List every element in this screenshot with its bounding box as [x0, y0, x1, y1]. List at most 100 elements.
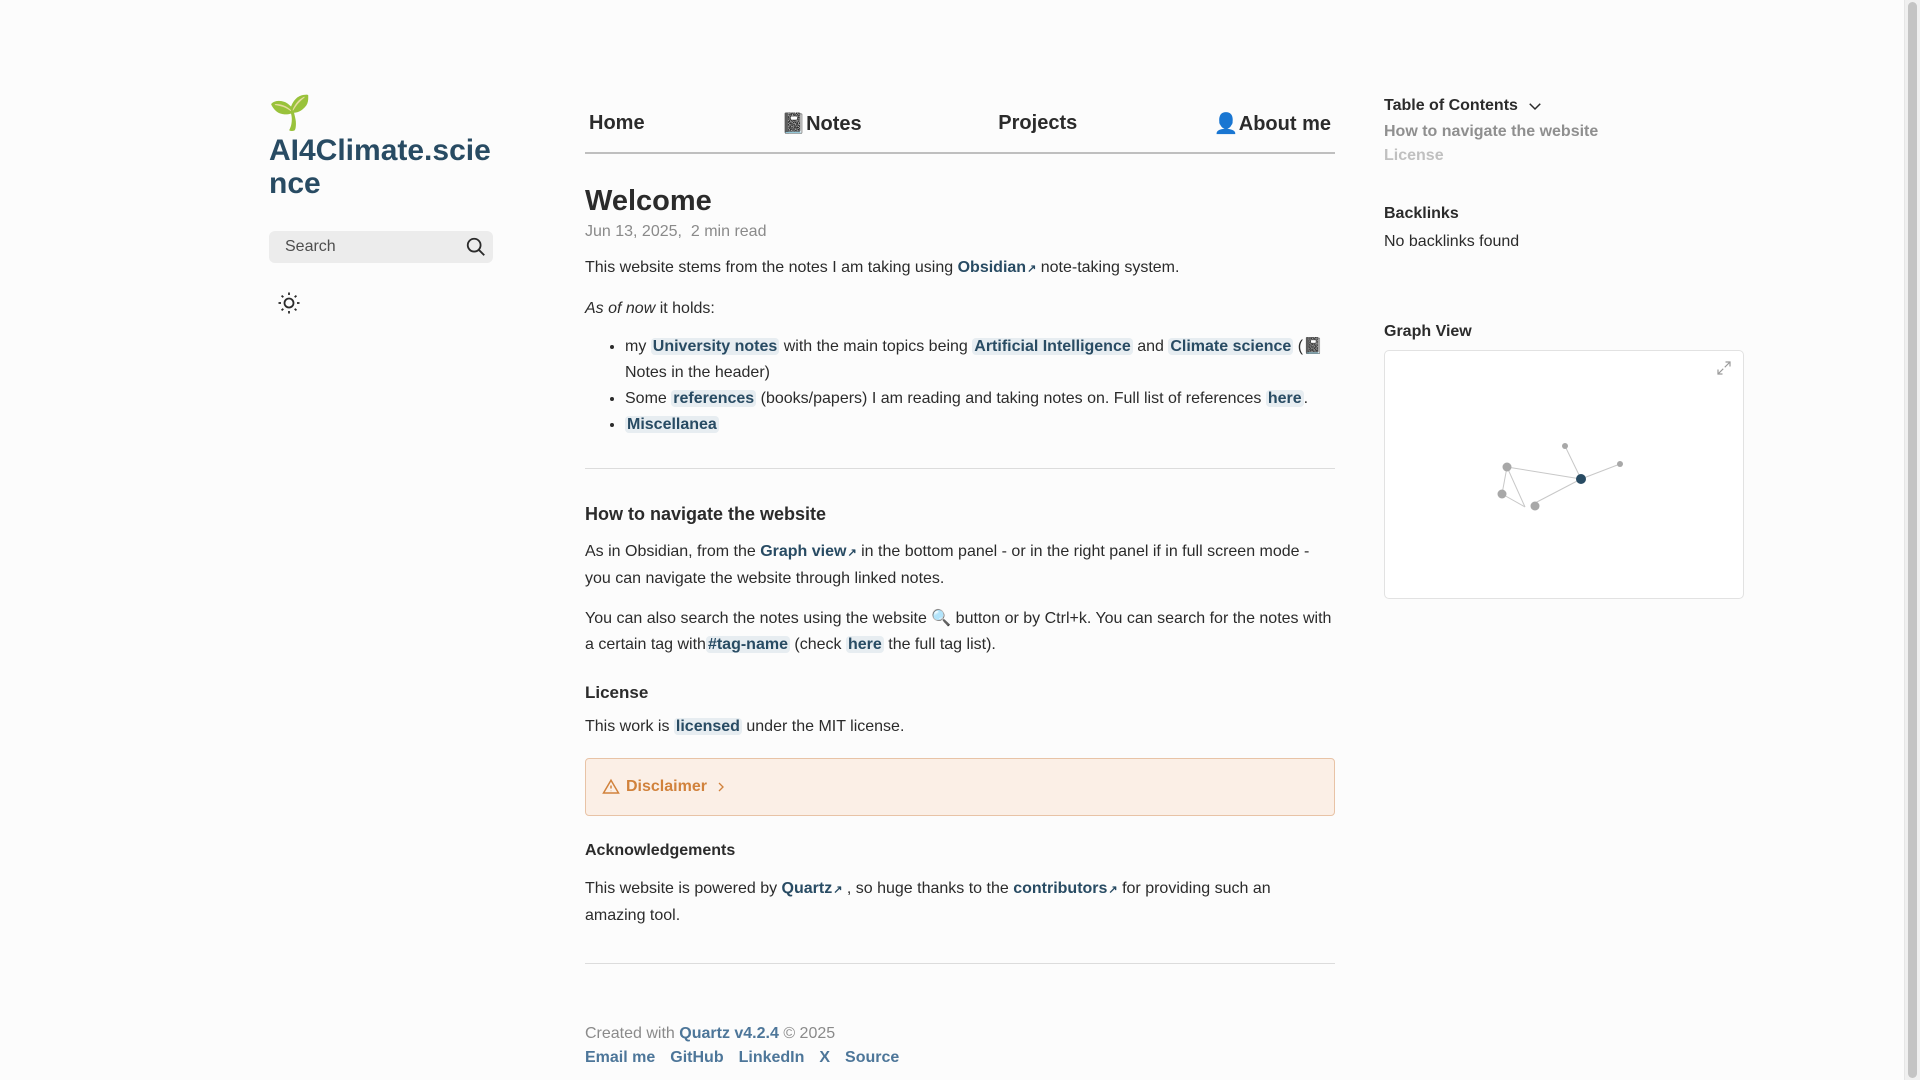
graph-view-link-label: Graph view	[760, 543, 847, 560]
footer-links: Email me GitHub LinkedIn X Source	[585, 1049, 1335, 1067]
list-text: .	[1303, 390, 1309, 407]
ack-text: This website is powered by	[585, 880, 782, 897]
quartz-version-link[interactable]: Quartz v4.2.4	[679, 1025, 779, 1042]
navigate-text: the full tag list).	[883, 636, 996, 653]
tag-name-link[interactable]: #tag-name	[705, 636, 790, 653]
graph-node[interactable]	[1530, 501, 1540, 511]
list-text: (books/papers) I am reading and taking n…	[756, 390, 1266, 407]
navigate-heading: How to navigate the website	[585, 504, 827, 524]
navigate-text: As in Obsidian, from the	[585, 543, 761, 560]
backlinks-empty: No backlinks found	[1384, 233, 1520, 250]
footer-link-source[interactable]: Source	[845, 1049, 899, 1067]
references-here-link[interactable]: here	[1265, 390, 1304, 407]
external-link-icon: ↗	[847, 547, 857, 559]
page-title: Welcome	[585, 185, 712, 217]
as-of-now-emphasis: As of now	[585, 300, 656, 317]
quartz-link-label: Quartz	[781, 880, 833, 897]
toc-title: Table of Contents	[1384, 97, 1518, 114]
footer-credit: Created with Quartz v4.2.4 © 2025	[585, 1025, 1335, 1043]
right-sidebar: Table of Contents How to navigate the we…	[1384, 97, 1744, 599]
list-text: and	[1132, 338, 1169, 355]
expand-graph-icon[interactable]	[1715, 359, 1733, 377]
acknowledgements-paragraph: This website is powered by Quartz↗ , so …	[585, 876, 1335, 929]
graph-node[interactable]	[1502, 462, 1512, 472]
ack-text: , so huge thanks to the	[842, 880, 1014, 897]
list-item: my University notes with the main topics…	[625, 334, 1335, 386]
search-icon	[466, 237, 485, 256]
license-text: under the MIT license.	[741, 718, 905, 735]
license-text: This work is	[585, 718, 674, 735]
graph-canvas[interactable]	[1385, 351, 1743, 598]
graph-node[interactable]	[1562, 443, 1568, 449]
nav-notes[interactable]: 📓Notes	[781, 111, 861, 136]
footer-divider	[585, 963, 1335, 964]
toc-toggle[interactable]: Table of Contents	[1384, 97, 1744, 115]
divider	[585, 468, 1335, 469]
contributors-link[interactable]: contributors↗	[1013, 880, 1117, 897]
intro-paragraph: This website stems from the notes I am t…	[585, 255, 1335, 282]
backlinks-title: Backlinks	[1384, 205, 1459, 222]
ai-link[interactable]: Artificial Intelligence	[972, 338, 1133, 355]
footer-link-x[interactable]: X	[819, 1049, 830, 1067]
search-button[interactable]: Search	[269, 231, 493, 263]
page-scrollbar[interactable]	[1904, 0, 1920, 1080]
university-notes-link[interactable]: University notes	[650, 338, 780, 355]
list-text: Some	[625, 390, 672, 407]
nav-home[interactable]: Home	[589, 112, 645, 135]
top-nav: Home 📓Notes Projects 👤About me	[585, 94, 1335, 154]
nav-about[interactable]: 👤About me	[1214, 111, 1331, 136]
as-of-now-text: it holds:	[655, 300, 715, 317]
climate-science-link[interactable]: Climate science	[1168, 338, 1294, 355]
scrollbar-thumb[interactable]	[1908, 2, 1917, 1078]
navigate-paragraph-2: You can also search the notes using the …	[585, 606, 1335, 658]
footer-copyright: © 2025	[778, 1025, 836, 1042]
toc-item-navigate[interactable]: How to navigate the website	[1384, 123, 1744, 141]
as-of-now-paragraph: As of now it holds:	[585, 296, 1335, 322]
references-link[interactable]: references	[671, 390, 757, 407]
obsidian-link-label: Obsidian	[957, 259, 1027, 276]
list-item: Some references (books/papers) I am read…	[625, 386, 1335, 412]
intro-text-end: note-taking system.	[1036, 259, 1180, 276]
quartz-link[interactable]: Quartz↗	[782, 880, 843, 897]
disclaimer-callout[interactable]: Disclaimer	[585, 758, 1335, 816]
content-list: my University notes with the main topics…	[585, 334, 1335, 438]
main-content: Home 📓Notes Projects 👤About me Welcome J…	[585, 94, 1335, 1067]
list-text: my	[625, 338, 651, 355]
toc-item-license[interactable]: License	[1384, 147, 1744, 165]
footer-link-email[interactable]: Email me	[585, 1049, 655, 1067]
license-heading: License	[585, 683, 649, 702]
site-title[interactable]: AI4Climate.science	[269, 134, 509, 200]
intro-text: This website stems from the notes I am t…	[585, 259, 958, 276]
footer-link-linkedin[interactable]: LinkedIn	[739, 1049, 805, 1067]
obsidian-link[interactable]: Obsidian↗	[958, 259, 1037, 276]
acknowledgements-heading: Acknowledgements	[585, 842, 736, 859]
left-sidebar: 🌱 AI4Climate.science Search	[269, 94, 509, 320]
footer-link-github[interactable]: GitHub	[670, 1049, 723, 1067]
article-date: Jun 13, 2025	[585, 223, 678, 240]
graph-node-current[interactable]	[1576, 474, 1586, 484]
navigate-paragraph-1: As in Obsidian, from the Graph view↗ in …	[585, 539, 1335, 592]
chevron-right-icon	[718, 782, 724, 792]
disclaimer-label: Disclaimer	[626, 778, 707, 795]
article-meta: Jun 13, 2025, 2 min read	[585, 223, 767, 240]
graph-view-link[interactable]: Graph view↗	[760, 543, 856, 560]
tags-here-link[interactable]: here	[846, 636, 884, 653]
footer-text: Created with	[585, 1025, 680, 1042]
warning-triangle-icon	[602, 778, 620, 794]
graph-node[interactable]	[1497, 489, 1507, 499]
footer: Created with Quartz v4.2.4 © 2025 Email …	[585, 1025, 1335, 1067]
nav-projects[interactable]: Projects	[998, 112, 1077, 135]
graph-node[interactable]	[1617, 461, 1623, 467]
graph-view[interactable]	[1384, 350, 1744, 599]
logo-sprout-icon: 🌱	[269, 94, 312, 132]
read-time: 2 min read	[690, 223, 767, 240]
miscellanea-link[interactable]: Miscellanea	[625, 416, 719, 433]
license-paragraph: This work is licensed under the MIT lice…	[585, 714, 1335, 740]
sun-icon[interactable]	[277, 291, 301, 315]
chevron-down-icon	[1529, 103, 1541, 111]
licensed-link[interactable]: licensed	[673, 718, 742, 735]
contributors-link-label: contributors	[1013, 880, 1108, 897]
external-link-icon: ↗	[1108, 884, 1118, 896]
search-placeholder: Search	[285, 238, 336, 255]
external-link-icon: ↗	[1027, 263, 1037, 275]
